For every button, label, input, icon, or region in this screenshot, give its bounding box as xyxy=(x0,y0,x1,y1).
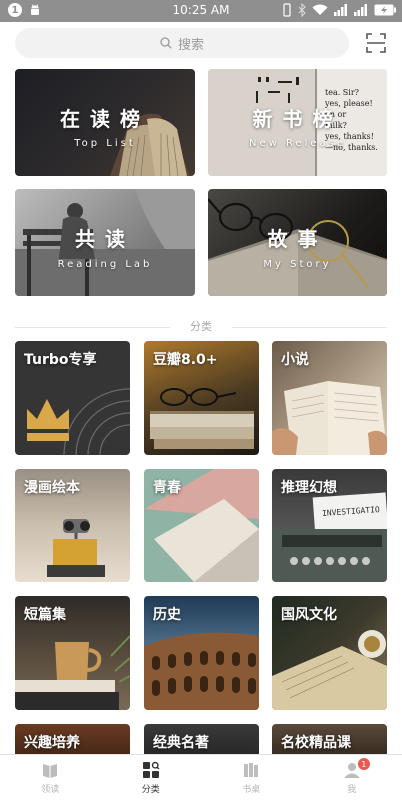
featured-card-new-release[interactable]: tea. Sir? yes, please! on or milk? yes, … xyxy=(208,69,387,176)
tab-reading[interactable]: 领读 xyxy=(0,755,101,800)
category-label: 豆瓣8.0+ xyxy=(153,352,218,368)
tab-label: 分类 xyxy=(141,784,160,795)
category-label: 推理幻想 xyxy=(281,480,337,496)
category-label: 历史 xyxy=(153,607,181,623)
category-card-novel[interactable]: 小说 xyxy=(272,341,387,455)
category-label: 漫画绘本 xyxy=(24,480,80,496)
category-page: 1 10:25 AM 搜索 在读榜 Top List tea. Sir? yes… xyxy=(0,0,402,800)
section-divider: 分类 xyxy=(15,320,387,334)
search-icon xyxy=(160,37,172,49)
category-label: 名校精品课 xyxy=(281,735,351,751)
category-card-youth[interactable]: 青春 xyxy=(144,469,259,582)
category-card-turbo[interactable]: Turbo专享 xyxy=(15,341,130,455)
book-icon xyxy=(43,763,58,778)
status-bar: 1 10:25 AM xyxy=(0,0,402,22)
featured-subtitle: Reading Lab xyxy=(57,259,153,270)
tab-label: 领读 xyxy=(41,784,60,795)
tab-categories[interactable]: 分类 xyxy=(101,755,202,800)
category-label: 兴趣培养 xyxy=(24,735,80,751)
featured-subtitle: New Release xyxy=(248,138,347,149)
featured-title: 共读 xyxy=(75,227,135,251)
tab-label: 我 xyxy=(347,784,357,795)
category-label: 经典名著 xyxy=(153,735,209,751)
featured-card-reading-lab[interactable]: 共读 Reading Lab xyxy=(15,189,195,296)
category-label: 小说 xyxy=(281,352,309,368)
books-icon xyxy=(244,762,259,777)
search-placeholder: 搜索 xyxy=(177,37,204,53)
vibrate-icon xyxy=(283,3,291,17)
battery-icon xyxy=(374,4,396,16)
category-card-comics[interactable]: 漫画绘本 xyxy=(15,469,130,582)
section-label: 分类 xyxy=(190,320,212,333)
featured-card-my-story[interactable]: 故事 My Story xyxy=(208,189,387,296)
category-label: Turbo专享 xyxy=(24,352,97,368)
wifi-icon xyxy=(312,4,328,15)
category-label: 国风文化 xyxy=(281,607,337,623)
scan-icon[interactable] xyxy=(365,32,387,54)
grid-icon xyxy=(142,761,160,778)
category-label: 短篇集 xyxy=(24,607,66,623)
bottom-tab-bar: 领读 分类 书桌 我 1 xyxy=(0,754,402,800)
page-text-line: tea. Sir? xyxy=(325,88,359,97)
search-input[interactable]: 搜索 xyxy=(15,28,349,58)
featured-title: 在读榜 xyxy=(60,107,150,131)
featured-card-top-list[interactable]: 在读榜 Top List xyxy=(15,69,195,176)
signal-2-icon xyxy=(354,4,367,16)
featured-title: 新书榜 xyxy=(252,107,343,131)
featured-subtitle: My Story xyxy=(263,259,332,270)
tab-profile[interactable]: 我 1 xyxy=(302,755,402,800)
category-card-mystery[interactable]: INVESTIGATIO 推理幻想 xyxy=(272,469,387,582)
featured-subtitle: Top List xyxy=(74,138,136,149)
tab-bookshelf[interactable]: 书桌 xyxy=(201,755,302,800)
category-card-history[interactable]: 历史 xyxy=(144,596,259,710)
category-card-short-stories[interactable]: 短篇集 xyxy=(15,596,130,710)
tab-label: 书桌 xyxy=(242,784,261,795)
featured-title: 故事 xyxy=(267,227,328,251)
category-card-chinese-culture[interactable]: 国风文化 xyxy=(272,596,387,710)
signal-icon xyxy=(334,4,347,16)
bluetooth-icon xyxy=(298,3,306,17)
category-card-douban[interactable]: 豆瓣8.0+ xyxy=(144,341,259,455)
status-right xyxy=(282,3,396,17)
profile-notification-badge: 1 xyxy=(357,758,370,770)
category-label: 青春 xyxy=(153,480,181,496)
